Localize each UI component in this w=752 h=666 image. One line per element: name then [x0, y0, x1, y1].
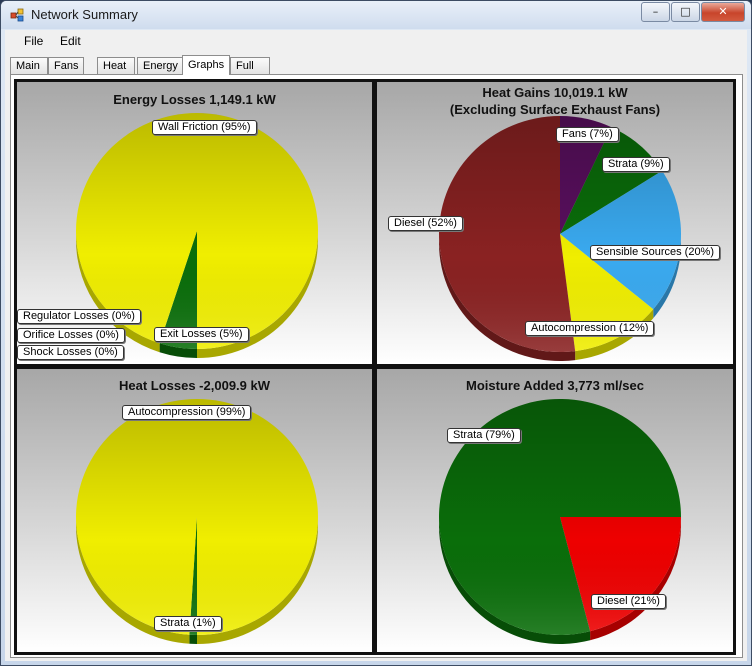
title-bar[interactable]: Network Summary – □ ✕: [1, 1, 751, 29]
menu-edit[interactable]: Edit: [60, 34, 81, 48]
tab-graphs[interactable]: Graphs: [182, 55, 230, 75]
slice-label: Regulator Losses (0%): [17, 309, 141, 324]
slice-label: Diesel (21%): [591, 594, 666, 609]
close-button[interactable]: ✕: [701, 2, 745, 22]
pie-shading: [439, 116, 681, 352]
slice-label: Strata (9%): [602, 157, 670, 172]
slice-label: Shock Losses (0%): [17, 345, 124, 360]
tab-full[interactable]: Full: [230, 57, 270, 74]
tab-energy[interactable]: Energy: [137, 57, 183, 74]
chart-moisture-added: Moisture Added 3,773 ml/sec Strata (79%)…: [377, 369, 733, 652]
pie-shading: [76, 399, 318, 635]
slice-label: Strata (79%): [447, 428, 521, 443]
pie-rim-strata-1-: [189, 634, 197, 644]
chart-heat-gains: Heat Gains 10,019.1 kW (Excluding Surfac…: [377, 82, 733, 364]
tab-fans[interactable]: Fans: [48, 57, 84, 74]
tab-heat[interactable]: Heat: [97, 57, 135, 74]
slice-label: Orifice Losses (0%): [17, 328, 125, 343]
window-title: Network Summary: [31, 7, 138, 22]
slice-label: Wall Friction (95%): [152, 120, 257, 135]
slice-label: Fans (7%): [556, 127, 619, 142]
tab-main[interactable]: Main: [10, 57, 48, 74]
slice-label: Autocompression (12%): [525, 321, 655, 336]
slice-label: Strata (1%): [154, 616, 222, 631]
slice-label: Sensible Sources (20%): [590, 245, 721, 260]
slice-label: Autocompression (99%): [122, 405, 252, 420]
chart-heat-losses: Heat Losses -2,009.9 kW Autocompression …: [17, 369, 372, 652]
maximize-button[interactable]: □: [671, 2, 700, 22]
minimize-button[interactable]: –: [641, 2, 670, 22]
charts-grid: Energy Losses 1,149.1 kW Wall Friction (…: [14, 79, 736, 655]
slice-label: Diesel (52%): [388, 216, 463, 231]
menu-file[interactable]: File: [24, 34, 43, 48]
chart-energy-losses: Energy Losses 1,149.1 kW Wall Friction (…: [17, 82, 372, 364]
network-summary-window: Network Summary – □ ✕ File Edit Main Fan…: [0, 0, 752, 666]
menu-bar: File Edit: [5, 30, 747, 52]
app-icon: [10, 8, 24, 22]
client-area: File Edit Main Fans Heat Energy Graphs F…: [5, 30, 747, 661]
slice-label: Exit Losses (5%): [154, 327, 249, 342]
pie-chart: [439, 399, 681, 644]
